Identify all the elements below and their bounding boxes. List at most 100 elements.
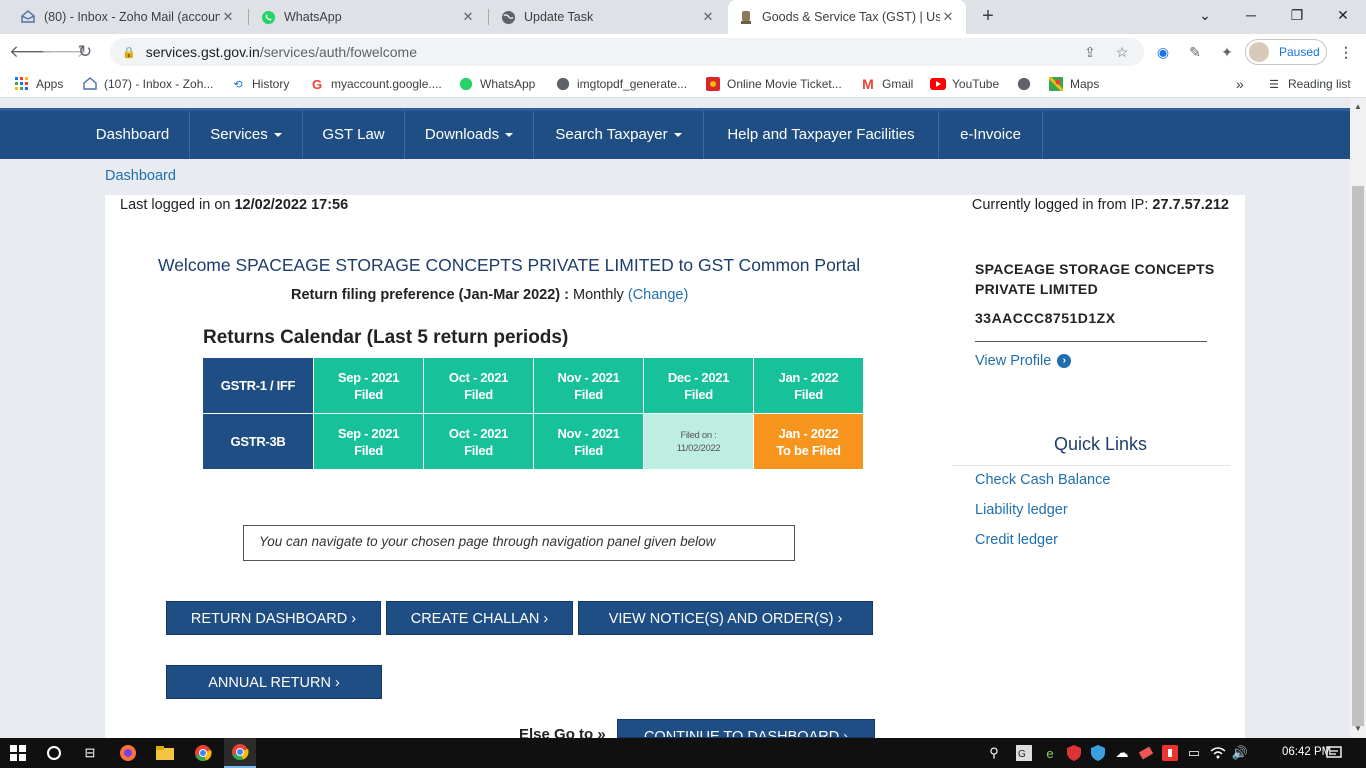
share-icon[interactable]: ⇪: [1080, 42, 1100, 62]
profile-button[interactable]: Paused: [1245, 39, 1327, 65]
extension-icon[interactable]: ◉: [1153, 42, 1173, 62]
create-challan-button[interactable]: CREATE CHALLAN ›: [386, 601, 573, 635]
browser-tab-strip: (80) - Inbox - Zoho Mail (account ✕ What…: [0, 0, 1366, 34]
bookmarks-bar: Apps (107) - Inbox - Zoh... ⟲ History G …: [0, 70, 1366, 98]
scroll-down-icon[interactable]: ▼: [1350, 722, 1366, 736]
task-view-icon[interactable]: ⊟: [80, 743, 100, 763]
notifications-icon[interactable]: [1324, 743, 1344, 763]
breadcrumb[interactable]: Dashboard: [105, 168, 176, 184]
whatsapp-icon: [458, 76, 474, 92]
nav-help[interactable]: Help and Taxpayer Facilities: [704, 111, 939, 159]
extension-icon[interactable]: ✎: [1185, 42, 1205, 62]
restore-button[interactable]: ❐: [1274, 0, 1320, 32]
chevron-right-icon: ›: [1057, 354, 1072, 368]
bookmark-globe[interactable]: [1016, 74, 1038, 94]
nav-services[interactable]: Services: [190, 111, 303, 159]
scrollbar-thumb[interactable]: [1352, 186, 1364, 726]
change-preference-link[interactable]: Change: [633, 287, 684, 303]
bookmark-history[interactable]: ⟲ History: [230, 74, 289, 94]
close-tab-icon[interactable]: ✕: [700, 9, 716, 25]
calendar-cell[interactable]: Sep - 2021 Filed: [313, 413, 424, 470]
bookmark-movie-tickets[interactable]: Online Movie Ticket...: [705, 74, 842, 94]
browser-toolbar: 🡐 🡒 ↻ 🔒 services.gst.gov.in /services/au…: [0, 34, 1366, 70]
return-type-header: GSTR-1 / IFF: [202, 357, 314, 414]
tray-app-icon[interactable]: [1160, 743, 1180, 763]
bookmark-google-account[interactable]: G myaccount.google....: [309, 74, 442, 94]
calendar-cell[interactable]: Nov - 2021 Filed: [533, 413, 644, 470]
view-profile-link[interactable]: View Profile ›: [975, 353, 1072, 369]
tray-shield-icon[interactable]: [1064, 743, 1084, 763]
chrome-icon[interactable]: [193, 743, 213, 763]
quick-link-liability-ledger[interactable]: Liability ledger: [975, 502, 1068, 518]
calendar-row: GSTR-1 / IFF Sep - 2021 Filed Oct - 2021 F…: [202, 357, 864, 414]
windows-start-icon[interactable]: [8, 743, 28, 763]
nav-e-invoice[interactable]: e-Invoice: [939, 111, 1043, 159]
display-icon[interactable]: ▭: [1184, 743, 1204, 763]
close-tab-icon[interactable]: ✕: [220, 9, 236, 25]
chrome-active-icon[interactable]: [224, 738, 256, 768]
bookmark-star-icon[interactable]: ☆: [1112, 42, 1132, 62]
bookmark-imgtopdf[interactable]: imgtopdf_generate...: [555, 74, 687, 94]
calendar-cell[interactable]: Sep - 2021 Filed: [313, 357, 424, 414]
puzzle-icon[interactable]: ✦: [1217, 42, 1237, 62]
calendar-cell[interactable]: Jan - 2022 Filed: [753, 357, 864, 414]
tab-search-button[interactable]: ⌄: [1182, 0, 1228, 32]
bookmark-zoho-inbox[interactable]: (107) - Inbox - Zoh...: [82, 74, 213, 94]
tray-vpn-icon[interactable]: [1088, 743, 1108, 763]
firefox-icon[interactable]: [118, 743, 138, 763]
maps-icon: [1048, 76, 1064, 92]
reload-icon[interactable]: ↻: [73, 40, 97, 64]
tray-app-icon[interactable]: [1136, 743, 1156, 763]
calendar-cell[interactable]: Dec - 2021 Filed: [643, 357, 754, 414]
close-tab-icon[interactable]: ✕: [460, 9, 476, 25]
tab-gst-portal[interactable]: Goods & Service Tax (GST) | User ✕: [728, 0, 966, 34]
reading-list-icon: ☰: [1269, 78, 1279, 91]
return-dashboard-button[interactable]: RETURN DASHBOARD ›: [166, 601, 381, 635]
calendar-cell[interactable]: Nov - 2021 Filed: [533, 357, 644, 414]
wifi-icon[interactable]: [1208, 743, 1228, 763]
view-notices-button[interactable]: VIEW NOTICE(S) AND ORDER(S) ›: [578, 601, 873, 635]
calendar-cell[interactable]: Oct - 2021 Filed: [423, 357, 534, 414]
forward-icon[interactable]: 🡒: [41, 40, 87, 64]
onedrive-icon[interactable]: ☁: [1112, 743, 1132, 763]
bookmark-apps[interactable]: Apps: [14, 74, 63, 94]
url-host: services.gst.gov.in: [145, 44, 260, 60]
apps-grid-icon: [14, 76, 30, 92]
nav-gst-law[interactable]: GST Law: [303, 111, 405, 159]
quick-link-credit-ledger[interactable]: Credit ledger: [975, 532, 1058, 548]
nav-search-taxpayer[interactable]: Search Taxpayer: [534, 111, 704, 159]
quick-link-cash-balance[interactable]: Check Cash Balance: [975, 472, 1110, 488]
taxpayer-name: SPACEAGE STORAGE CONCEPTS PRIVATE LIMITE…: [975, 261, 1215, 297]
nav-downloads[interactable]: Downloads: [405, 111, 534, 159]
close-window-button[interactable]: ✕: [1320, 0, 1366, 32]
annual-return-button[interactable]: ANNUAL RETURN ›: [166, 665, 382, 699]
continue-to-dashboard-button[interactable]: CONTINUE TO DASHBOARD ›: [617, 719, 875, 738]
tray-app-icon[interactable]: G: [1014, 743, 1034, 763]
bookmark-youtube[interactable]: YouTube: [930, 74, 999, 94]
file-explorer-icon[interactable]: [155, 743, 175, 763]
address-bar[interactable]: 🔒 services.gst.gov.in /services/auth/fow…: [110, 38, 1144, 66]
calendar-cell[interactable]: Oct - 2021 Filed: [423, 413, 534, 470]
minimize-button[interactable]: ─: [1228, 0, 1274, 32]
people-icon[interactable]: ⚲: [984, 743, 1004, 763]
nav-dashboard[interactable]: Dashboard: [76, 111, 190, 159]
more-menu-icon[interactable]: ⋮: [1336, 42, 1356, 62]
volume-icon[interactable]: 🔊: [1230, 743, 1250, 763]
scroll-up-icon[interactable]: ▲: [1350, 100, 1366, 114]
close-tab-icon[interactable]: ✕: [940, 9, 956, 25]
search-icon[interactable]: [44, 743, 64, 763]
bookmarks-overflow-button[interactable]: »: [1236, 74, 1244, 94]
tray-app-icon[interactable]: e: [1040, 743, 1060, 763]
calendar-cell-due[interactable]: Jan - 2022 To be Filed: [753, 413, 864, 470]
tab-update-task[interactable]: Update Task ✕: [490, 0, 726, 34]
tab-zoho-mail[interactable]: (80) - Inbox - Zoho Mail (account ✕: [10, 0, 246, 34]
bookmark-maps[interactable]: Maps: [1048, 74, 1099, 94]
bookmark-gmail[interactable]: M Gmail: [860, 74, 913, 94]
reading-list-button[interactable]: ☰ Reading list: [1266, 74, 1351, 94]
bookmark-whatsapp[interactable]: WhatsApp: [458, 74, 535, 94]
globe-icon: [1016, 76, 1032, 92]
tab-whatsapp[interactable]: WhatsApp ✕: [250, 0, 486, 34]
calendar-cell-filed-on[interactable]: Filed on :11/02/2022: [643, 413, 754, 470]
back-icon[interactable]: 🡐: [9, 40, 55, 64]
new-tab-button[interactable]: +: [976, 5, 1000, 29]
